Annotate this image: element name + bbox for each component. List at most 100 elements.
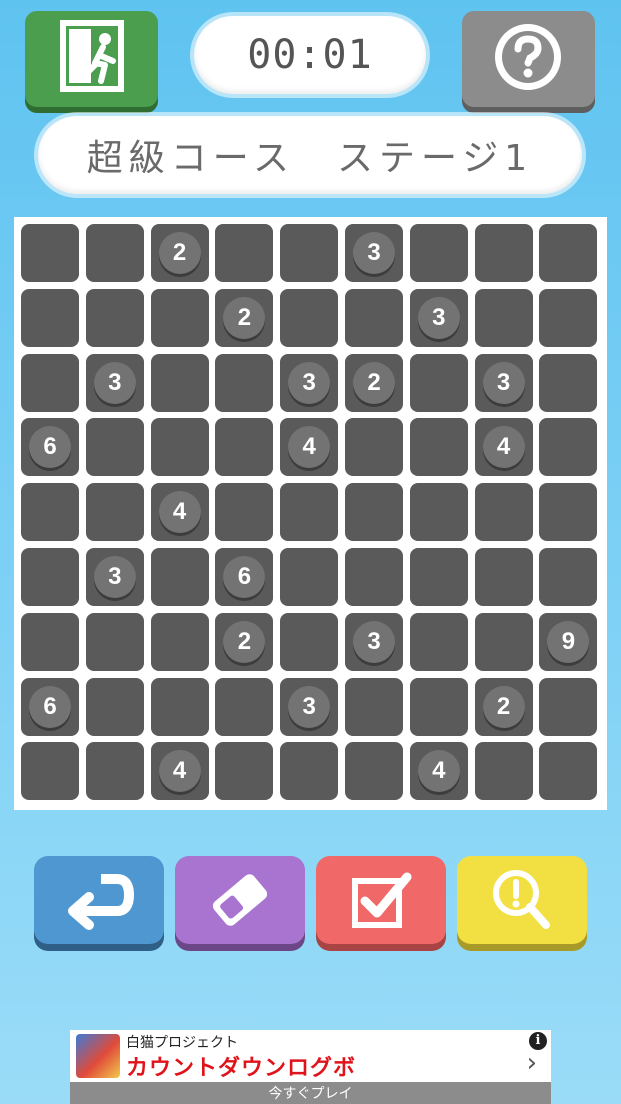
board-cell[interactable] <box>474 742 533 801</box>
board-cell[interactable] <box>539 742 598 801</box>
board-cell[interactable] <box>539 548 598 606</box>
board-cell[interactable] <box>474 612 533 671</box>
board-cell[interactable] <box>215 418 274 477</box>
board-cell[interactable] <box>280 742 339 801</box>
board-cell[interactable] <box>409 612 468 671</box>
hint-button[interactable] <box>457 856 587 944</box>
board-cell[interactable] <box>539 418 598 477</box>
cell-clue-number: 3 <box>353 620 395 663</box>
board-cell[interactable] <box>85 418 144 477</box>
board-cell[interactable]: 2 <box>215 288 274 347</box>
board-cell[interactable] <box>409 224 468 282</box>
board-cell[interactable] <box>21 612 79 671</box>
board-cell[interactable] <box>409 418 468 477</box>
cell-clue-number: 3 <box>93 556 136 598</box>
checkbox-check-icon <box>352 872 412 928</box>
cell-clue-number: 4 <box>288 426 331 469</box>
board-cell[interactable] <box>409 677 468 736</box>
board-cell[interactable]: 6 <box>21 418 79 477</box>
board-cell[interactable] <box>539 353 598 412</box>
ad-banner[interactable]: 白猫プロジェクト カウントダウンログボ i › 今すぐプレイ <box>70 1030 551 1104</box>
board-cell[interactable]: 4 <box>409 742 468 801</box>
board-cell[interactable] <box>150 353 209 412</box>
board-cell[interactable] <box>150 288 209 347</box>
board-cell[interactable] <box>280 224 339 282</box>
board-cell[interactable] <box>345 548 403 606</box>
board-cell[interactable] <box>474 288 533 347</box>
board-cell[interactable] <box>215 224 274 282</box>
board-cell[interactable] <box>345 677 403 736</box>
board-cell[interactable]: 4 <box>280 418 339 477</box>
erase-button[interactable] <box>175 856 305 944</box>
board-cell[interactable] <box>474 548 533 606</box>
board-cell[interactable] <box>409 353 468 412</box>
board-cell[interactable] <box>539 677 598 736</box>
puzzle-board: 2323332364443623963244 <box>14 217 607 810</box>
board-cell[interactable] <box>150 548 209 606</box>
board-cell[interactable] <box>474 483 533 542</box>
board-cell[interactable]: 3 <box>345 224 403 282</box>
board-cell[interactable] <box>85 483 144 542</box>
board-cell[interactable] <box>345 288 403 347</box>
check-button[interactable] <box>316 856 446 944</box>
board-cell[interactable] <box>215 353 274 412</box>
board-cell[interactable] <box>280 612 339 671</box>
board-cell[interactable]: 2 <box>474 677 533 736</box>
ad-cta[interactable]: 今すぐプレイ <box>70 1082 551 1104</box>
board-cell[interactable] <box>409 548 468 606</box>
board-cell[interactable]: 4 <box>474 418 533 477</box>
board-cell[interactable]: 3 <box>85 353 144 412</box>
exit-button[interactable] <box>25 11 158 107</box>
board-cell[interactable] <box>280 483 339 542</box>
chevron-right-icon[interactable]: › <box>527 1048 537 1078</box>
board-cell[interactable] <box>150 612 209 671</box>
undo-arrow-icon <box>68 874 134 930</box>
board-cell[interactable] <box>21 742 79 801</box>
board-cell[interactable]: 9 <box>539 612 598 671</box>
board-cell[interactable] <box>85 288 144 347</box>
board-cell[interactable] <box>150 677 209 736</box>
board-cell[interactable] <box>345 742 403 801</box>
cell-clue-number: 6 <box>223 556 266 598</box>
board-cell[interactable]: 3 <box>280 677 339 736</box>
help-button[interactable] <box>462 11 595 107</box>
board-cell[interactable] <box>21 483 79 542</box>
board-cell[interactable] <box>539 483 598 542</box>
board-cell[interactable] <box>280 548 339 606</box>
board-cell[interactable] <box>345 418 403 477</box>
board-cell[interactable]: 3 <box>409 288 468 347</box>
board-cell[interactable]: 2 <box>345 353 403 412</box>
board-cell[interactable] <box>215 742 274 801</box>
cell-clue-number: 2 <box>158 232 201 274</box>
board-cell[interactable] <box>85 742 144 801</box>
board-cell[interactable] <box>85 612 144 671</box>
board-cell[interactable]: 4 <box>150 483 209 542</box>
board-cell[interactable] <box>21 353 79 412</box>
board-cell[interactable] <box>215 677 274 736</box>
board-cell[interactable]: 4 <box>150 742 209 801</box>
board-cell[interactable] <box>21 224 79 282</box>
board-cell[interactable] <box>409 483 468 542</box>
board-cell[interactable] <box>215 483 274 542</box>
board-cell[interactable]: 3 <box>474 353 533 412</box>
board-cell[interactable] <box>85 224 144 282</box>
board-cell[interactable]: 3 <box>345 612 403 671</box>
board-cell[interactable] <box>539 288 598 347</box>
board-cell[interactable] <box>85 677 144 736</box>
undo-button[interactable] <box>34 856 164 944</box>
board-cell[interactable] <box>21 288 79 347</box>
board-cell[interactable]: 6 <box>215 548 274 606</box>
board-cell[interactable] <box>345 483 403 542</box>
cell-clue-number: 3 <box>93 361 136 404</box>
board-cell[interactable] <box>474 224 533 282</box>
board-cell[interactable]: 3 <box>280 353 339 412</box>
board-cell[interactable]: 3 <box>85 548 144 606</box>
board-cell[interactable]: 6 <box>21 677 79 736</box>
board-cell[interactable] <box>21 548 79 606</box>
board-cell[interactable] <box>280 288 339 347</box>
board-cell[interactable]: 2 <box>150 224 209 282</box>
cell-clue-number: 3 <box>482 361 525 404</box>
board-cell[interactable]: 2 <box>215 612 274 671</box>
board-cell[interactable] <box>539 224 598 282</box>
board-cell[interactable] <box>150 418 209 477</box>
